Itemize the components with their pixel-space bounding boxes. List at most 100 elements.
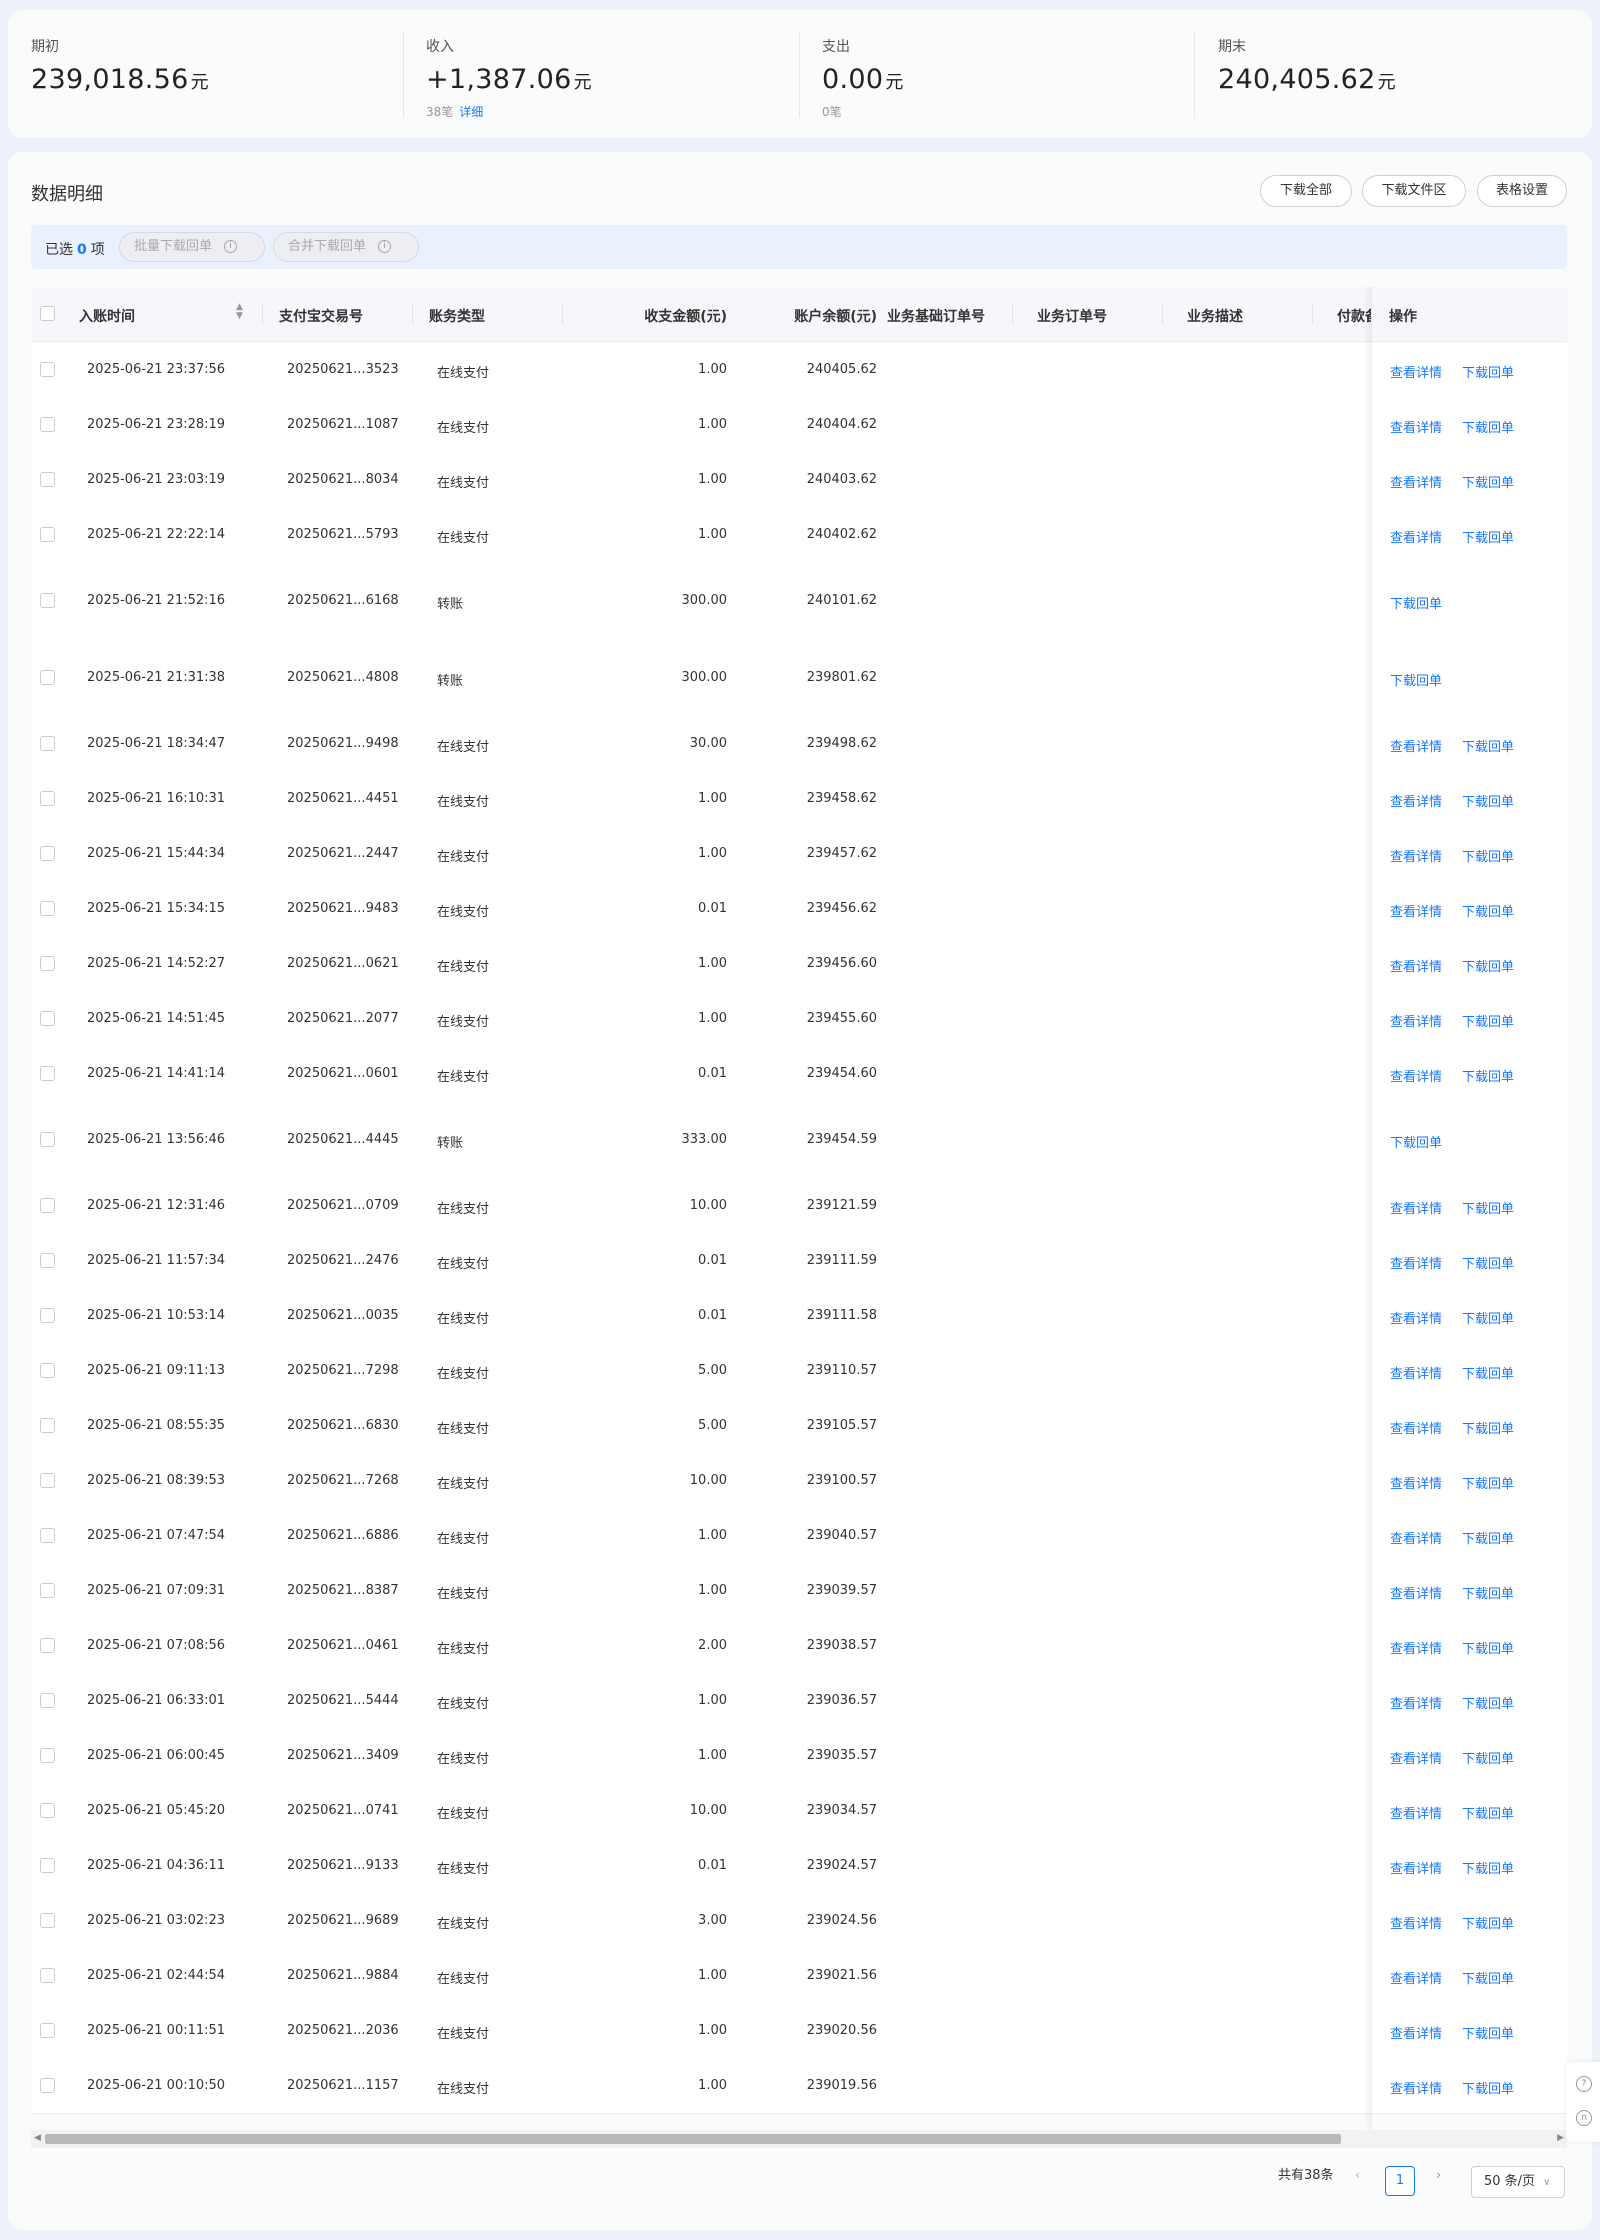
download-receipt-link[interactable]: 下载回单 [1462, 1638, 1514, 1657]
view-detail-link[interactable]: 查看详情 [1390, 1968, 1442, 1987]
view-detail-link[interactable]: 查看详情 [1390, 1308, 1442, 1327]
batch-download-button[interactable]: 批量下载回单 i [119, 232, 265, 262]
view-detail-link[interactable]: 查看详情 [1390, 791, 1442, 810]
download-receipt-link[interactable]: 下载回单 [1462, 2078, 1514, 2097]
scroll-right-icon[interactable]: ▶ [1557, 2133, 1564, 2143]
download-receipt-link[interactable]: 下载回单 [1462, 1968, 1514, 1987]
table-settings-button[interactable]: 表格设置 [1477, 175, 1567, 207]
view-detail-link[interactable]: 查看详情 [1390, 527, 1442, 546]
download-receipt-link[interactable]: 下载回单 [1462, 1363, 1514, 1382]
row-checkbox[interactable] [40, 736, 55, 751]
row-checkbox[interactable] [40, 1638, 55, 1653]
download-receipt-link[interactable]: 下载回单 [1462, 901, 1514, 920]
next-page-icon[interactable]: › [1436, 2168, 1441, 2183]
download-receipt-link[interactable]: 下载回单 [1462, 1198, 1514, 1217]
download-receipt-link[interactable]: 下载回单 [1462, 1418, 1514, 1437]
view-detail-link[interactable]: 查看详情 [1390, 362, 1442, 381]
view-detail-link[interactable]: 查看详情 [1390, 2023, 1442, 2042]
view-detail-link[interactable]: 查看详情 [1390, 1913, 1442, 1932]
row-checkbox[interactable] [40, 1968, 55, 1983]
download-receipt-link[interactable]: 下载回单 [1462, 2023, 1514, 2042]
download-receipt-link[interactable]: 下载回单 [1462, 1583, 1514, 1602]
row-checkbox[interactable] [40, 1583, 55, 1598]
download-receipt-link[interactable]: 下载回单 [1462, 1913, 1514, 1932]
view-detail-link[interactable]: 查看详情 [1390, 1418, 1442, 1437]
download-receipt-link[interactable]: 下载回单 [1462, 1308, 1514, 1327]
row-checkbox[interactable] [40, 527, 55, 542]
download-receipt-link[interactable]: 下载回单 [1462, 1253, 1514, 1272]
page-size-select[interactable]: 50 条/页 ∨ [1471, 2166, 1565, 2198]
download-receipt-link[interactable]: 下载回单 [1462, 417, 1514, 436]
download-receipt-link[interactable]: 下载回单 [1462, 1011, 1514, 1030]
view-detail-link[interactable]: 查看详情 [1390, 1803, 1442, 1822]
view-detail-link[interactable]: 查看详情 [1390, 901, 1442, 920]
view-detail-link[interactable]: 查看详情 [1390, 2078, 1442, 2097]
row-checkbox[interactable] [40, 1363, 55, 1378]
download-receipt-link[interactable]: 下载回单 [1390, 1132, 1442, 1151]
view-detail-link[interactable]: 查看详情 [1390, 736, 1442, 755]
row-checkbox[interactable] [40, 472, 55, 487]
row-checkbox[interactable] [40, 846, 55, 861]
sort-icon[interactable]: ▲ ▼ [236, 303, 243, 321]
row-checkbox[interactable] [40, 1693, 55, 1708]
row-checkbox[interactable] [40, 1748, 55, 1763]
row-checkbox[interactable] [40, 1528, 55, 1543]
row-checkbox[interactable] [40, 1418, 55, 1433]
row-checkbox[interactable] [40, 1803, 55, 1818]
download-receipt-link[interactable]: 下载回单 [1462, 1803, 1514, 1822]
horizontal-scrollbar[interactable]: ◀ ▶ [31, 2130, 1567, 2148]
download-receipt-link[interactable]: 下载回单 [1462, 736, 1514, 755]
merge-download-button[interactable]: 合并下载回单 i [273, 232, 419, 262]
headset-icon[interactable]: ∩ [1576, 2110, 1592, 2126]
view-detail-link[interactable]: 查看详情 [1390, 1363, 1442, 1382]
download-receipt-link[interactable]: 下载回单 [1462, 1748, 1514, 1767]
row-checkbox[interactable] [40, 2023, 55, 2038]
view-detail-link[interactable]: 查看详情 [1390, 1473, 1442, 1492]
scroll-thumb[interactable] [45, 2134, 1341, 2144]
row-checkbox[interactable] [40, 791, 55, 806]
row-checkbox[interactable] [40, 1132, 55, 1147]
view-detail-link[interactable]: 查看详情 [1390, 1066, 1442, 1085]
view-detail-link[interactable]: 查看详情 [1390, 417, 1442, 436]
download-receipt-link[interactable]: 下载回单 [1462, 1858, 1514, 1877]
download-all-button[interactable]: 下载全部 [1260, 175, 1352, 207]
row-checkbox[interactable] [40, 1858, 55, 1873]
row-checkbox[interactable] [40, 1473, 55, 1488]
row-checkbox[interactable] [40, 901, 55, 916]
download-receipt-link[interactable]: 下载回单 [1390, 670, 1442, 689]
download-receipt-link[interactable]: 下载回单 [1462, 1693, 1514, 1712]
row-checkbox[interactable] [40, 417, 55, 432]
view-detail-link[interactable]: 查看详情 [1390, 1198, 1442, 1217]
download-receipt-link[interactable]: 下载回单 [1462, 362, 1514, 381]
download-receipt-link[interactable]: 下载回单 [1462, 1066, 1514, 1085]
row-checkbox[interactable] [40, 1198, 55, 1213]
download-receipt-link[interactable]: 下载回单 [1462, 472, 1514, 491]
column-header-time[interactable]: 入账时间 [79, 306, 135, 326]
view-detail-link[interactable]: 查看详情 [1390, 1638, 1442, 1657]
download-receipt-link[interactable]: 下载回单 [1462, 846, 1514, 865]
page-number-button[interactable]: 1 [1385, 2166, 1415, 2196]
row-checkbox[interactable] [40, 1066, 55, 1081]
view-detail-link[interactable]: 查看详情 [1390, 1858, 1442, 1877]
download-files-button[interactable]: 下载文件区 [1362, 175, 1466, 207]
download-receipt-link[interactable]: 下载回单 [1462, 1473, 1514, 1492]
prev-page-icon[interactable]: ‹ [1355, 2168, 1360, 2183]
download-receipt-link[interactable]: 下载回单 [1462, 791, 1514, 810]
view-detail-link[interactable]: 查看详情 [1390, 1528, 1442, 1547]
download-receipt-link[interactable]: 下载回单 [1462, 956, 1514, 975]
income-detail-link[interactable]: 详细 [459, 105, 483, 119]
download-receipt-link[interactable]: 下载回单 [1390, 593, 1442, 612]
view-detail-link[interactable]: 查看详情 [1390, 1583, 1442, 1602]
view-detail-link[interactable]: 查看详情 [1390, 472, 1442, 491]
download-receipt-link[interactable]: 下载回单 [1462, 527, 1514, 546]
view-detail-link[interactable]: 查看详情 [1390, 1693, 1442, 1712]
row-checkbox[interactable] [40, 593, 55, 608]
row-checkbox[interactable] [40, 1308, 55, 1323]
row-checkbox[interactable] [40, 362, 55, 377]
help-icon[interactable]: ? [1576, 2076, 1592, 2092]
view-detail-link[interactable]: 查看详情 [1390, 1011, 1442, 1030]
scroll-left-icon[interactable]: ◀ [34, 2133, 41, 2143]
row-checkbox[interactable] [40, 956, 55, 971]
row-checkbox[interactable] [40, 1011, 55, 1026]
view-detail-link[interactable]: 查看详情 [1390, 1748, 1442, 1767]
